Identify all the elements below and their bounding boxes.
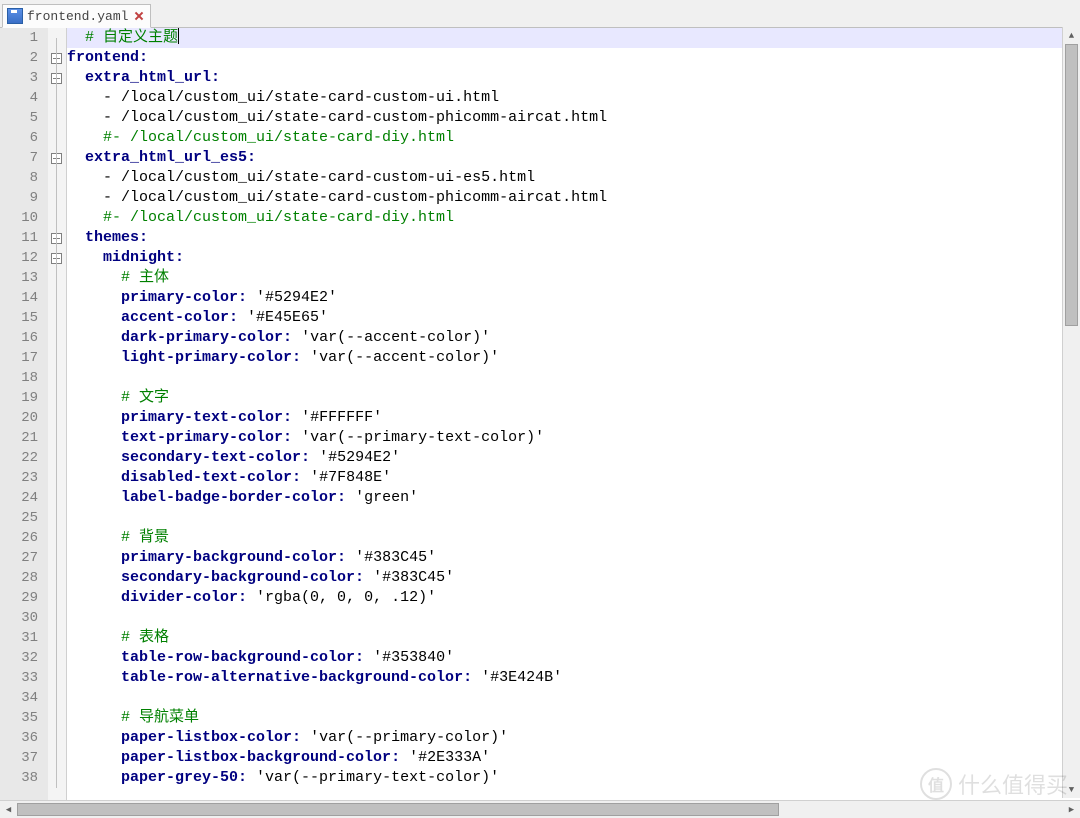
- code-line[interactable]: text-primary-color: 'var(--primary-text-…: [67, 428, 1080, 448]
- tab-filename: frontend.yaml: [27, 9, 128, 24]
- vertical-scrollbar[interactable]: ▲ ▼: [1062, 27, 1080, 798]
- code-line[interactable]: [67, 508, 1080, 528]
- code-line[interactable]: - /local/custom_ui/state-card-custom-phi…: [67, 188, 1080, 208]
- line-number: 24: [0, 488, 48, 508]
- code-line[interactable]: disabled-text-color: '#7F848E': [67, 468, 1080, 488]
- code-line[interactable]: dark-primary-color: 'var(--accent-color)…: [67, 328, 1080, 348]
- line-number: 30: [0, 608, 48, 628]
- line-number: 19: [0, 388, 48, 408]
- line-number: 5: [0, 108, 48, 128]
- code-line[interactable]: light-primary-color: 'var(--accent-color…: [67, 348, 1080, 368]
- line-number: 26: [0, 528, 48, 548]
- line-number: 27: [0, 548, 48, 568]
- line-number: 34: [0, 688, 48, 708]
- line-number: 18: [0, 368, 48, 388]
- line-number: 32: [0, 648, 48, 668]
- scroll-up-icon[interactable]: ▲: [1063, 27, 1080, 44]
- line-number: 1: [0, 28, 48, 48]
- code-line[interactable]: # 导航菜单: [67, 708, 1080, 728]
- fold-gutter[interactable]: [48, 28, 67, 818]
- text-caret: [178, 28, 179, 44]
- line-number: 2: [0, 48, 48, 68]
- code-line[interactable]: secondary-background-color: '#383C45': [67, 568, 1080, 588]
- scroll-thumb[interactable]: [1065, 44, 1078, 326]
- line-number: 31: [0, 628, 48, 648]
- line-number: 25: [0, 508, 48, 528]
- line-number: 8: [0, 168, 48, 188]
- code-line[interactable]: table-row-background-color: '#353840': [67, 648, 1080, 668]
- code-line[interactable]: # 背景: [67, 528, 1080, 548]
- code-line[interactable]: paper-listbox-color: 'var(--primary-colo…: [67, 728, 1080, 748]
- line-number: 37: [0, 748, 48, 768]
- code-line[interactable]: # 文字: [67, 388, 1080, 408]
- editor-area[interactable]: 1234567891011121314151617181920212223242…: [0, 28, 1080, 818]
- line-number: 36: [0, 728, 48, 748]
- line-number: 12: [0, 248, 48, 268]
- scroll-thumb[interactable]: [17, 803, 779, 816]
- horizontal-scrollbar[interactable]: ◀ ▶: [0, 800, 1080, 818]
- line-number: 4: [0, 88, 48, 108]
- code-line[interactable]: #- /local/custom_ui/state-card-diy.html: [67, 128, 1080, 148]
- line-number: 15: [0, 308, 48, 328]
- code-line[interactable]: #- /local/custom_ui/state-card-diy.html: [67, 208, 1080, 228]
- file-tab[interactable]: frontend.yaml: [2, 4, 151, 28]
- line-number: 23: [0, 468, 48, 488]
- scroll-left-icon[interactable]: ◀: [0, 801, 17, 818]
- code-line[interactable]: divider-color: 'rgba(0, 0, 0, .12)': [67, 588, 1080, 608]
- code-line[interactable]: [67, 608, 1080, 628]
- code-line[interactable]: label-badge-border-color: 'green': [67, 488, 1080, 508]
- code-line[interactable]: primary-text-color: '#FFFFFF': [67, 408, 1080, 428]
- line-number: 16: [0, 328, 48, 348]
- line-number: 11: [0, 228, 48, 248]
- code-line[interactable]: primary-color: '#5294E2': [67, 288, 1080, 308]
- code-content[interactable]: # 自定义主题frontend: extra_html_url: - /loca…: [67, 28, 1080, 818]
- line-number: 20: [0, 408, 48, 428]
- tab-bar: frontend.yaml: [0, 0, 1080, 28]
- code-line[interactable]: # 主体: [67, 268, 1080, 288]
- code-line[interactable]: themes:: [67, 228, 1080, 248]
- line-number: 6: [0, 128, 48, 148]
- line-number-gutter: 1234567891011121314151617181920212223242…: [0, 28, 48, 818]
- code-line[interactable]: - /local/custom_ui/state-card-custom-ui.…: [67, 88, 1080, 108]
- code-line[interactable]: accent-color: '#E45E65': [67, 308, 1080, 328]
- line-number: 21: [0, 428, 48, 448]
- line-number: 38: [0, 768, 48, 788]
- line-number: 10: [0, 208, 48, 228]
- code-line[interactable]: midnight:: [67, 248, 1080, 268]
- code-line[interactable]: primary-background-color: '#383C45': [67, 548, 1080, 568]
- code-line[interactable]: [67, 368, 1080, 388]
- line-number: 29: [0, 588, 48, 608]
- close-icon[interactable]: [134, 11, 144, 21]
- line-number: 7: [0, 148, 48, 168]
- save-disk-icon: [7, 8, 23, 24]
- line-number: 3: [0, 68, 48, 88]
- code-line[interactable]: secondary-text-color: '#5294E2': [67, 448, 1080, 468]
- code-line[interactable]: - /local/custom_ui/state-card-custom-ui-…: [67, 168, 1080, 188]
- fold-guide: [56, 38, 57, 788]
- scroll-down-icon[interactable]: ▼: [1063, 781, 1080, 798]
- code-line[interactable]: [67, 688, 1080, 708]
- code-line[interactable]: paper-listbox-background-color: '#2E333A…: [67, 748, 1080, 768]
- code-line[interactable]: extra_html_url_es5:: [67, 148, 1080, 168]
- scroll-track[interactable]: [17, 801, 1063, 818]
- code-line[interactable]: - /local/custom_ui/state-card-custom-phi…: [67, 108, 1080, 128]
- code-line[interactable]: # 自定义主题: [67, 28, 1080, 48]
- line-number: 17: [0, 348, 48, 368]
- line-number: 14: [0, 288, 48, 308]
- code-line[interactable]: # 表格: [67, 628, 1080, 648]
- code-line[interactable]: frontend:: [67, 48, 1080, 68]
- line-number: 33: [0, 668, 48, 688]
- editor-window: frontend.yaml 12345678910111213141516171…: [0, 0, 1080, 818]
- scroll-right-icon[interactable]: ▶: [1063, 801, 1080, 818]
- scroll-track[interactable]: [1063, 44, 1080, 781]
- code-line[interactable]: paper-grey-50: 'var(--primary-text-color…: [67, 768, 1080, 788]
- line-number: 28: [0, 568, 48, 588]
- line-number: 13: [0, 268, 48, 288]
- code-line[interactable]: table-row-alternative-background-color: …: [67, 668, 1080, 688]
- line-number: 35: [0, 708, 48, 728]
- line-number: 22: [0, 448, 48, 468]
- line-number: 9: [0, 188, 48, 208]
- code-line[interactable]: extra_html_url:: [67, 68, 1080, 88]
